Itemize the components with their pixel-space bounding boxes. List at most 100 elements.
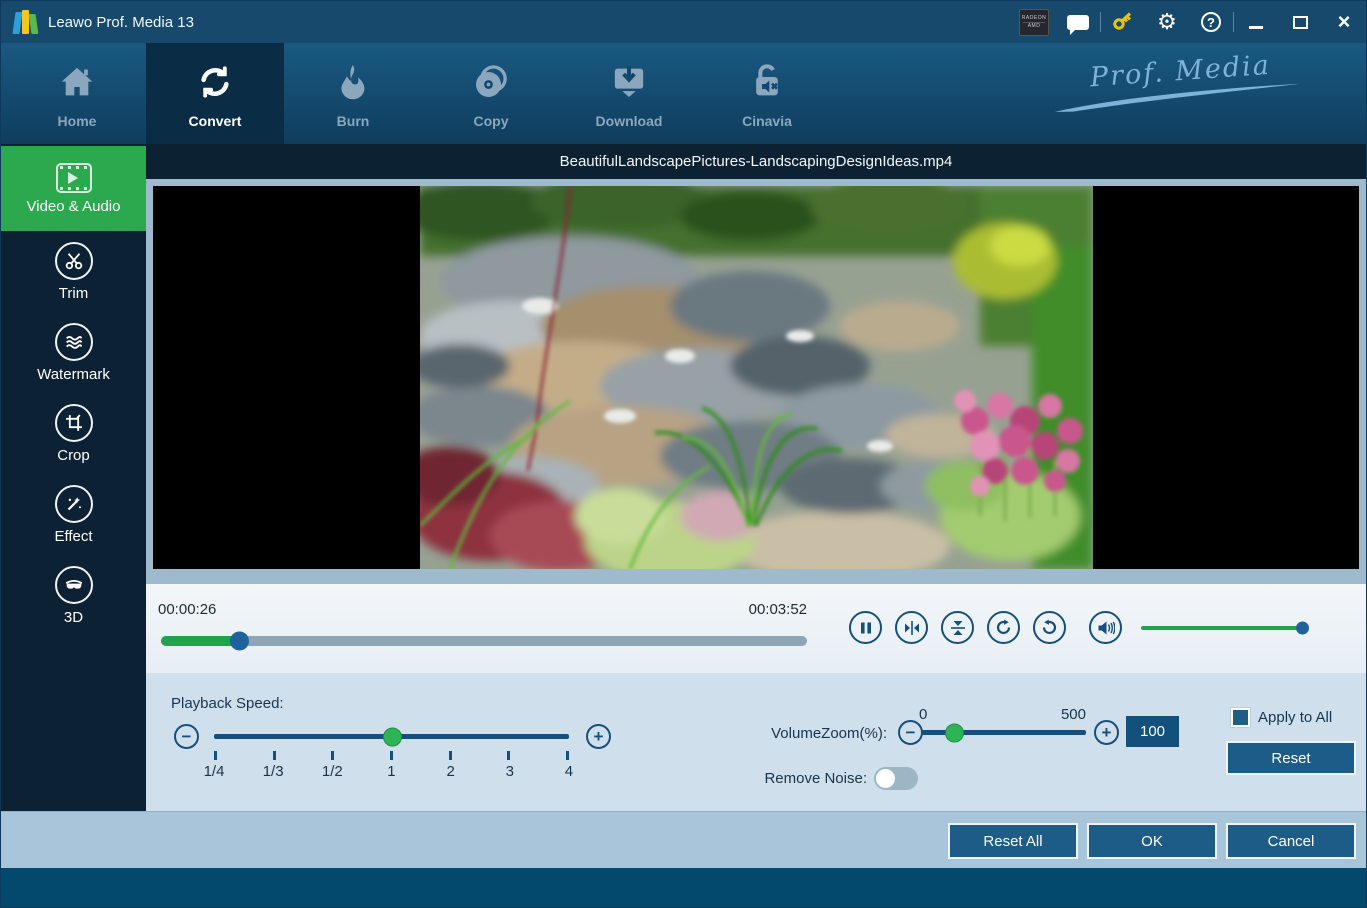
sidebar-item-crop[interactable]: Crop [1,393,146,474]
app-title: Leawo Prof. Media 13 [48,13,194,31]
minimize-button[interactable] [1234,1,1278,43]
video-stage[interactable] [153,186,1359,569]
nav-tab-download[interactable]: Download [560,43,698,144]
speed-tick-label: 1/2 [321,763,343,780]
nav-tab-convert[interactable]: Convert [146,43,284,144]
help-icon: ? [1201,12,1221,32]
amd-radeon-badge[interactable]: RADEON AMD [1012,1,1056,43]
sidebar-item-video-audio[interactable]: Video & Audio [1,146,146,231]
speed-tick-label: 2 [446,763,455,780]
volume-zoom-thumb[interactable] [945,723,964,742]
pause-icon [860,622,871,633]
total-time: 00:03:52 [748,601,807,618]
volume-zoom-increase-button[interactable]: + [1094,720,1119,745]
seek-bar-thumb[interactable] [229,631,249,651]
help-button[interactable]: ? [1189,1,1233,43]
volume-zoom-slider[interactable] [921,723,1086,742]
filename-bar: BeautifulLandscapePictures-LandscapingDe… [146,144,1366,179]
flip-horizontal-icon [904,620,919,635]
copy-discs-icon [468,59,514,105]
close-button[interactable]: × [1322,1,1366,43]
register-button[interactable] [1101,1,1145,43]
volume-slider[interactable] [1141,621,1309,635]
nav-tab-burn[interactable]: Burn [284,43,422,144]
playback-speed-thumb[interactable] [382,727,402,746]
sidebar-item-trim[interactable]: Trim [1,231,146,312]
pause-button[interactable] [849,611,882,644]
titlebar: Leawo Prof. Media 13 RADEON AMD ⚙ ? × [1,1,1366,43]
nav-label: Home [57,112,97,129]
sidebar-item-watermark[interactable]: Watermark [1,312,146,393]
convert-icon [192,59,238,105]
feedback-button[interactable] [1056,1,1100,43]
remove-noise-toggle[interactable] [874,767,918,790]
seek-bar-fill [161,636,239,646]
magic-wand-icon [54,484,93,523]
cancel-button[interactable]: Cancel [1226,823,1356,859]
flip-vertical-button[interactable] [941,611,974,644]
volume-zoom-value: 100 [1126,716,1179,747]
speed-tick-label: 1 [387,763,396,780]
settings-button[interactable]: ⚙ [1145,1,1189,43]
nav-tab-home[interactable]: Home [8,43,146,144]
transport-strip: 00:00:26 00:03:52 [146,584,1366,673]
nav-label: Burn [336,112,370,129]
nav-label: Download [595,112,663,129]
volume-slider-thumb[interactable] [1296,621,1309,635]
seek-bar[interactable] [161,631,807,651]
video-player-frame [146,179,1366,584]
waves-icon [54,322,93,361]
sidebar-item-label: Crop [57,446,90,464]
nav-tab-cinavia[interactable]: Cinavia [698,43,836,144]
current-time: 00:00:26 [158,601,217,618]
footer-bar: Reset All OK Cancel [1,811,1366,868]
app-window: Leawo Prof. Media 13 RADEON AMD ⚙ ? × Ho… [0,0,1367,908]
home-icon [54,59,100,105]
rotate-ccw-icon [1042,619,1057,635]
rotate-cw-icon [996,619,1011,635]
speed-tick-label: 1/4 [203,763,225,780]
apply-to-all-label: Apply to All [1258,709,1333,726]
sidebar-item-3d[interactable]: 3D [1,555,146,636]
volume-zoom-decrease-button[interactable]: − [898,720,923,745]
maximize-button[interactable] [1278,1,1322,43]
scissors-icon [54,241,93,280]
mute-button[interactable] [1089,611,1122,644]
rotate-clockwise-button[interactable] [987,611,1020,644]
speed-tick-label: 4 [564,763,574,780]
plus-icon: + [593,727,604,746]
gear-icon: ⚙ [1157,9,1177,34]
speed-decrease-button[interactable]: − [174,724,199,749]
maximize-icon [1292,15,1308,29]
video-filename: BeautifulLandscapePictures-LandscapingDe… [559,153,953,170]
nav-tab-copy[interactable]: Copy [422,43,560,144]
nav-label: Cinavia [742,112,792,129]
sidebar-item-label: 3D [63,608,84,626]
reset-all-button[interactable]: Reset All [948,823,1078,859]
flip-vertical-icon [950,620,965,635]
volume-zoom-min: 0 [919,706,928,723]
sidebar-item-effect[interactable]: Effect [1,474,146,555]
nav-label: Copy [473,112,509,129]
reset-button[interactable]: Reset [1226,741,1356,775]
bottom-strip [1,868,1366,907]
minus-icon: − [905,723,916,742]
sidebar-item-label: Trim [58,284,89,302]
minimize-icon [1249,25,1263,29]
playback-speed-slider[interactable] [214,727,569,746]
video-preview-image [419,186,1093,569]
sidebar-item-label: Effect [54,527,93,545]
settings-panel: Playback Speed: − + 1/4 1/3 1/2 1 2 3 4 … [146,673,1366,811]
ok-button[interactable]: OK [1087,823,1217,859]
rotate-counterclockwise-button[interactable] [1033,611,1066,644]
amd-radeon-icon: RADEON AMD [1019,8,1049,36]
flip-horizontal-button[interactable] [895,611,928,644]
cinavia-unlock-icon [744,59,790,105]
sidebar-item-label: Video & Audio [26,197,121,215]
speaker-icon [1098,621,1115,634]
nav-label: Convert [188,112,242,129]
video-audio-icon [55,162,92,193]
volume-zoom-label: VolumeZoom(%): [771,725,887,742]
apply-to-all-checkbox[interactable] [1231,708,1250,727]
speed-increase-button[interactable]: + [586,724,611,749]
